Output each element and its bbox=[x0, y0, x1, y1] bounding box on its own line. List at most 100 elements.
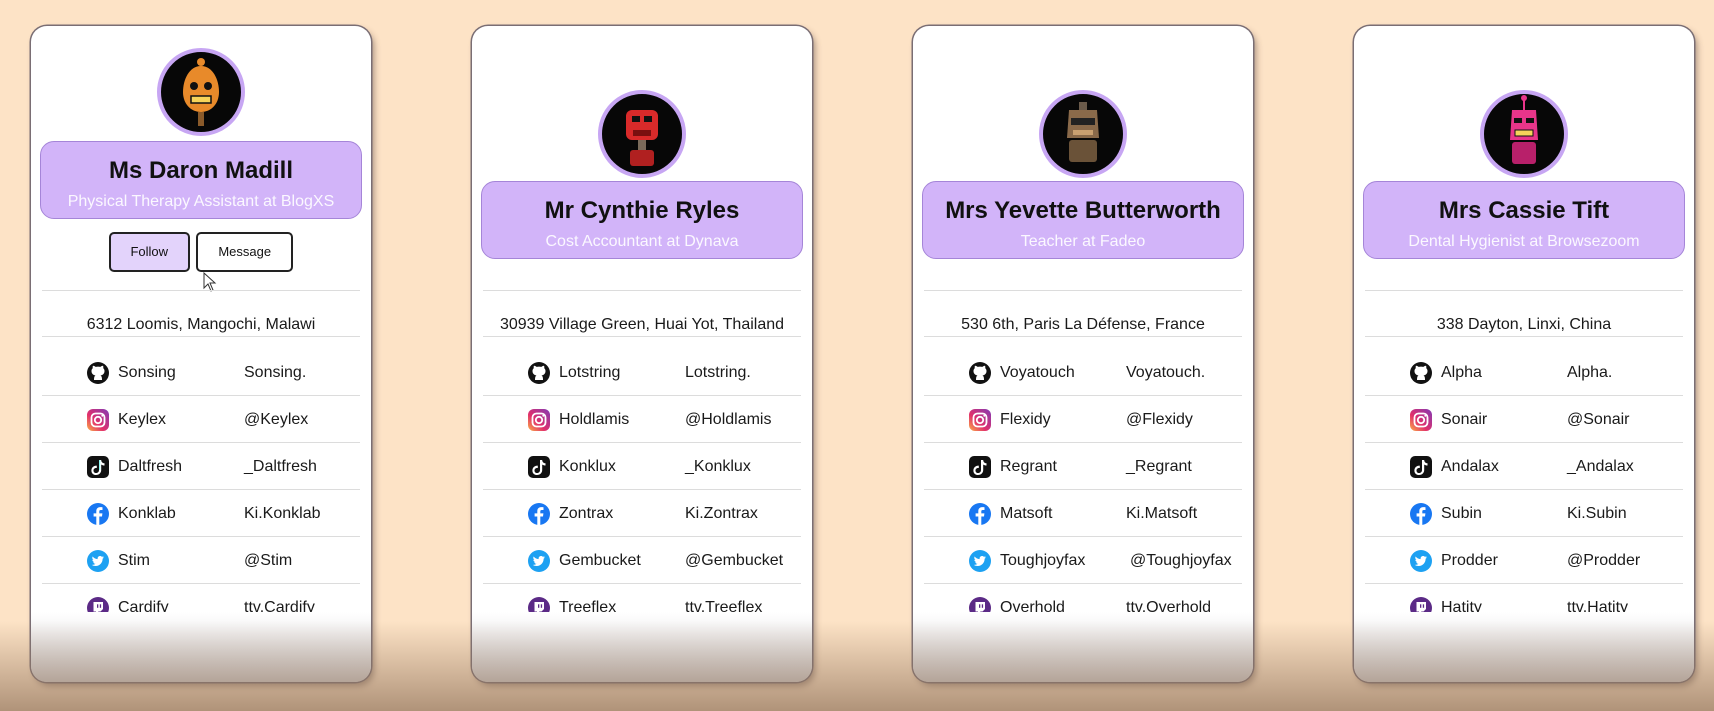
social-site-name: Subin bbox=[1441, 505, 1482, 522]
social-row-tiktok[interactable]: Daltfresh _Daltfresh bbox=[42, 443, 360, 490]
profile-title: Dental Hygienist at Browsezoom bbox=[1408, 233, 1640, 250]
social-site-name: Stim bbox=[118, 552, 150, 569]
social-row-github[interactable]: Lotstring Lotstring. bbox=[483, 349, 801, 396]
divider bbox=[1365, 336, 1683, 337]
social-row-facebook[interactable]: Matsoft Ki.Matsoft bbox=[924, 490, 1242, 537]
divider bbox=[483, 290, 801, 291]
card-footer bbox=[1354, 612, 1694, 682]
name-box: Mr Cynthie Ryles Cost Accountant at Dyna… bbox=[481, 181, 803, 259]
social-row-facebook[interactable]: Konklab Ki.Konklab bbox=[42, 490, 360, 537]
instagram-icon bbox=[1409, 408, 1433, 432]
github-icon bbox=[1409, 361, 1433, 385]
profile-name: Ms Daron Madill bbox=[108, 157, 294, 184]
address: 338 Dayton, Linxi, China bbox=[1436, 316, 1612, 333]
divider bbox=[42, 290, 360, 291]
avatar bbox=[157, 48, 245, 136]
social-row-facebook[interactable]: Subin Ki.Subin bbox=[1365, 490, 1683, 537]
twitter-icon bbox=[968, 549, 992, 573]
tiktok-icon bbox=[527, 455, 551, 479]
social-handle: @Toughjoyfax bbox=[1130, 552, 1232, 569]
avatar bbox=[598, 90, 686, 178]
mouse-cursor-icon bbox=[203, 272, 217, 292]
profile-title: Physical Therapy Assistant at BlogXS bbox=[67, 193, 335, 210]
name-box: Mrs Cassie Tift Dental Hygienist at Brow… bbox=[1363, 181, 1685, 259]
facebook-icon bbox=[1409, 502, 1433, 526]
social-site-name: Holdlamis bbox=[559, 411, 630, 428]
social-handle: Ki.Matsoft bbox=[1126, 505, 1198, 522]
social-row-tiktok[interactable]: Andalax _Andalax bbox=[1365, 443, 1683, 490]
social-handle: _Konklux bbox=[685, 458, 751, 475]
social-site-name: Prodder bbox=[1441, 552, 1498, 569]
social-handle: Ki.Konklab bbox=[244, 505, 321, 522]
facebook-icon bbox=[527, 502, 551, 526]
social-site-name: Konklab bbox=[118, 505, 176, 522]
social-row-twitter[interactable]: Toughjoyfax @Toughjoyfax bbox=[924, 537, 1242, 584]
tiktok-icon bbox=[86, 455, 110, 479]
social-site-name: Toughjoyfax bbox=[1000, 552, 1086, 569]
twitter-icon bbox=[527, 549, 551, 573]
github-icon bbox=[86, 361, 110, 385]
facebook-icon bbox=[968, 502, 992, 526]
social-row-facebook[interactable]: Zontrax Ki.Zontrax bbox=[483, 490, 801, 537]
profile-card: Mrs Yevette Butterworth Teacher at Fadeo… bbox=[913, 26, 1253, 682]
social-site-name: Lotstring bbox=[559, 364, 621, 381]
social-handle: @Sonair bbox=[1567, 411, 1630, 428]
social-site-name: Keylex bbox=[118, 411, 167, 428]
social-handle: Voyatouch. bbox=[1126, 364, 1206, 381]
social-site-name: Flexidy bbox=[1000, 411, 1051, 428]
twitter-icon bbox=[86, 549, 110, 573]
social-handle: @Keylex bbox=[244, 411, 309, 428]
follow-button[interactable]: Follow bbox=[108, 232, 190, 272]
social-site-name: Konklux bbox=[559, 458, 616, 475]
robot-avatar-icon bbox=[1510, 95, 1538, 164]
social-handle: _Regrant bbox=[1126, 458, 1192, 475]
instagram-icon bbox=[86, 408, 110, 432]
social-handle: @Gembucket bbox=[685, 552, 784, 569]
address: 530 6th, Paris La Défense, France bbox=[961, 316, 1205, 333]
github-icon bbox=[968, 361, 992, 385]
name-box: Ms Daron Madill Physical Therapy Assista… bbox=[40, 141, 362, 219]
social-row-github[interactable]: Sonsing Sonsing. bbox=[42, 349, 360, 396]
divider bbox=[1365, 290, 1683, 291]
profile-card: Ms Daron Madill Physical Therapy Assista… bbox=[31, 26, 371, 682]
social-row-twitter[interactable]: Prodder @Prodder bbox=[1365, 537, 1683, 584]
instagram-icon bbox=[968, 408, 992, 432]
action-buttons: Follow Message bbox=[31, 232, 371, 272]
social-site-name: Sonsing bbox=[118, 364, 176, 381]
tiktok-icon bbox=[1409, 455, 1433, 479]
github-icon bbox=[527, 361, 551, 385]
social-row-twitter[interactable]: Stim @Stim bbox=[42, 537, 360, 584]
social-site-name: Andalax bbox=[1441, 458, 1499, 475]
social-row-twitter[interactable]: Gembucket @Gembucket bbox=[483, 537, 801, 584]
robot-avatar-icon bbox=[183, 58, 219, 126]
social-row-instagram[interactable]: Holdlamis @Holdlamis bbox=[483, 396, 801, 443]
social-handle: Sonsing. bbox=[244, 364, 307, 381]
social-handle: Ki.Subin bbox=[1567, 505, 1627, 522]
social-site-name: Daltfresh bbox=[118, 458, 183, 475]
message-button[interactable]: Message bbox=[196, 232, 294, 272]
social-row-instagram[interactable]: Sonair @Sonair bbox=[1365, 396, 1683, 443]
card-footer bbox=[913, 612, 1253, 682]
social-site-name: Voyatouch bbox=[1000, 364, 1075, 381]
divider bbox=[483, 336, 801, 337]
social-row-instagram[interactable]: Flexidy @Flexidy bbox=[924, 396, 1242, 443]
social-row-tiktok[interactable]: Regrant _Regrant bbox=[924, 443, 1242, 490]
social-row-github[interactable]: Voyatouch Voyatouch. bbox=[924, 349, 1242, 396]
social-handle: Ki.Zontrax bbox=[685, 505, 758, 522]
facebook-icon bbox=[86, 502, 110, 526]
profile-title: Cost Accountant at Dynava bbox=[545, 233, 739, 250]
avatar bbox=[1480, 90, 1568, 178]
social-handle: @Stim bbox=[244, 552, 293, 569]
social-handle: @Prodder bbox=[1567, 552, 1641, 569]
social-site-name: Zontrax bbox=[559, 505, 614, 522]
social-handle: Alpha. bbox=[1567, 364, 1613, 381]
card-footer bbox=[31, 612, 371, 682]
social-handle: _Andalax bbox=[1567, 458, 1634, 475]
social-handle: _Daltfresh bbox=[244, 458, 317, 475]
social-row-tiktok[interactable]: Konklux _Konklux bbox=[483, 443, 801, 490]
social-row-github[interactable]: Alpha Alpha. bbox=[1365, 349, 1683, 396]
profile-card: Mr Cynthie Ryles Cost Accountant at Dyna… bbox=[472, 26, 812, 682]
social-handle: @Flexidy bbox=[1126, 411, 1193, 428]
social-row-instagram[interactable]: Keylex @Keylex bbox=[42, 396, 360, 443]
address: 6312 Loomis, Mangochi, Malawi bbox=[86, 316, 316, 333]
